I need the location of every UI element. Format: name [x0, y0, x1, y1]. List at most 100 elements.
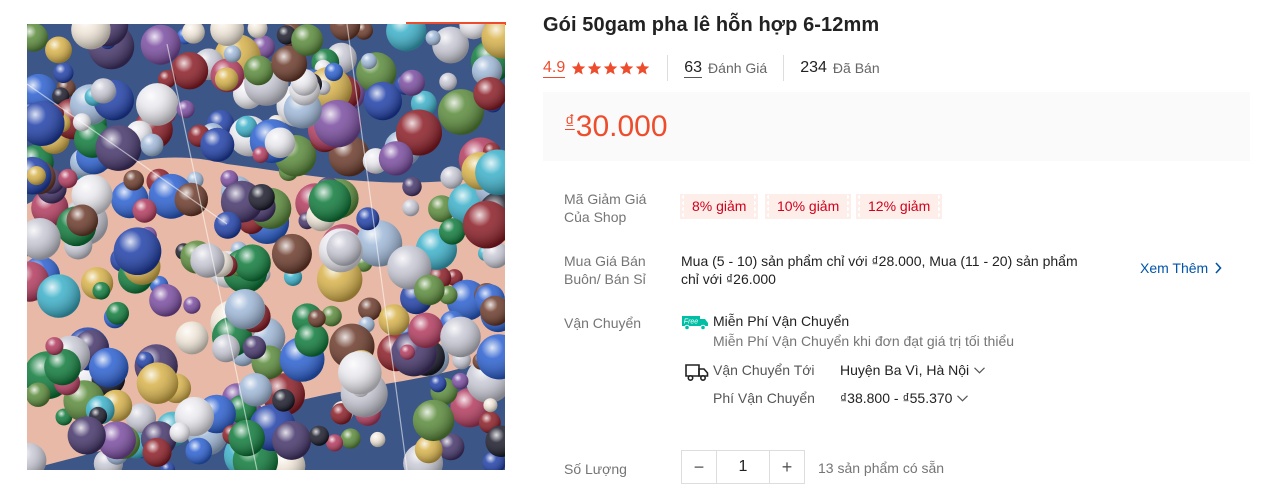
bead-highlight [140, 133, 164, 157]
voucher-tag[interactable]: 8% giảm [684, 194, 759, 219]
bead-highlight [272, 420, 312, 460]
bead-highlight [402, 199, 420, 217]
bead-highlight [136, 362, 179, 405]
voucher-label-line2: Của Shop [564, 209, 627, 225]
bead-highlight [307, 309, 326, 328]
bead-highlight [483, 398, 498, 413]
divider [783, 55, 785, 81]
bead-highlight [27, 166, 46, 186]
divider [667, 55, 669, 81]
bead-highlight [142, 437, 172, 467]
star-icon [620, 61, 634, 74]
bead-highlight [53, 62, 74, 83]
voucher-tag[interactable]: 12% giảm [860, 194, 943, 219]
voucher-label: Mã Giảm Giá Của Shop [564, 190, 646, 226]
wholesale-text-line2: chỉ với ₫26.000 [681, 271, 776, 287]
bead-highlight [123, 169, 144, 191]
reviews-count[interactable]: 63 [684, 59, 703, 78]
bead-highlight [439, 72, 457, 91]
bead-highlight [132, 198, 157, 223]
bead-highlight [169, 422, 191, 443]
free-shipping-icon: Free [682, 316, 708, 331]
bead-highlight [414, 274, 445, 306]
see-more-link[interactable]: Xem Thêm [1140, 260, 1222, 276]
bead-highlight [67, 416, 106, 455]
star-icon [604, 61, 618, 74]
bead-highlight [356, 207, 380, 231]
bead-highlight [140, 24, 181, 65]
see-more-label: Xem Thêm [1140, 260, 1209, 276]
bead-highlight [185, 437, 213, 465]
bead-highlight [440, 316, 481, 358]
wholesale-text-line1: Mua (5 - 10) sản phẩm chỉ với ₫28.000, M… [681, 253, 1078, 269]
bead-highlight [294, 322, 329, 357]
beads-photo [27, 24, 505, 470]
bead-highlight [363, 81, 402, 121]
bead-highlight [412, 399, 455, 442]
ship-to-selector[interactable]: Huyện Ba Vì, Hà Nội [840, 362, 986, 378]
bead-highlight [214, 211, 242, 239]
bead-highlight [233, 244, 271, 282]
quantity-label: Số Lượng [564, 461, 627, 477]
bead-highlight [224, 289, 266, 330]
price-box: ₫30.000 [543, 92, 1250, 161]
star-icon [636, 61, 650, 74]
wholesale-label: Mua Giá Bán Buôn/ Bán Sỉ [564, 252, 646, 288]
bead-highlight [183, 296, 201, 314]
increase-button[interactable]: + [770, 451, 804, 483]
bead-highlight [88, 347, 129, 388]
star-icon [572, 61, 586, 74]
bead-highlight [399, 344, 415, 360]
bead-highlight [425, 30, 441, 46]
chevron-down-icon [957, 394, 969, 402]
voucher-tag[interactable]: 10% giảm [769, 194, 852, 219]
bead-highlight [326, 230, 362, 266]
bead-highlight [338, 351, 382, 395]
bead-highlight [45, 337, 64, 356]
bead-highlight [90, 78, 116, 104]
bead-highlight [58, 168, 78, 189]
bead-highlight [398, 69, 425, 96]
bead-highlight [358, 297, 382, 321]
bead-highlight [271, 233, 312, 274]
price-currency: ₫ [565, 112, 575, 133]
bead-highlight [378, 141, 414, 176]
bead-highlight [44, 348, 81, 386]
bead-highlight [170, 52, 209, 90]
free-shipping-title: Miễn Phí Vận Chuyển [713, 313, 850, 329]
bead-highlight [36, 274, 81, 318]
bead-highlight [214, 67, 239, 91]
shipping-label: Vận Chuyển [564, 315, 642, 331]
ship-fee-selector[interactable]: ₫38.800 - ₫55.370 [840, 390, 969, 406]
bead-highlight [242, 335, 267, 360]
bead-highlight [378, 304, 410, 336]
bead-highlight [211, 334, 240, 363]
bead-highlight [228, 419, 265, 457]
price-amount: 30.000 [575, 110, 668, 143]
product-title: Gói 50gam pha lê hỗn hợp 6-12mm [543, 14, 880, 36]
truck-icon [685, 364, 709, 382]
bead-highlight [370, 431, 386, 448]
bead-highlight [272, 389, 295, 412]
bead-highlight [264, 127, 296, 159]
bead-highlight [429, 375, 447, 393]
wholesale-text: Mua (5 - 10) sản phẩm chỉ với ₫28.000, M… [681, 252, 1121, 288]
bead-highlight [248, 184, 275, 211]
decrease-button[interactable]: − [682, 451, 716, 483]
bead-highlight [149, 284, 182, 317]
bead-highlight [175, 321, 209, 355]
wholesale-label-line2: Buôn/ Bán Sỉ [564, 271, 646, 287]
bead-highlight [92, 282, 111, 300]
ship-fee-label: Phí Vận Chuyển [713, 390, 815, 406]
bead-highlight [238, 373, 273, 407]
quantity-input[interactable]: 1 [716, 451, 770, 483]
reviews-label: Đánh Giá [708, 60, 768, 76]
bead-highlight [223, 45, 242, 63]
sold-label: Đã Bán [832, 60, 880, 76]
product-image[interactable] [27, 24, 505, 470]
ship-to-value: Huyện Ba Vì, Hà Nội [840, 362, 970, 378]
product-price: ₫30.000 [565, 110, 668, 144]
bead-highlight [309, 425, 329, 446]
rating-score[interactable]: 4.9 [543, 59, 566, 78]
bead-highlight [291, 24, 323, 56]
